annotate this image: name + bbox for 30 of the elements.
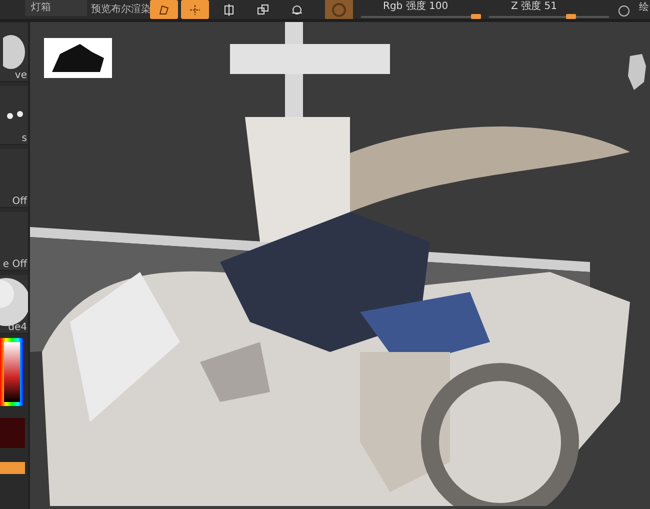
slider-track[interactable] bbox=[361, 14, 481, 20]
color-picker[interactable] bbox=[0, 338, 24, 406]
switch-bar[interactable] bbox=[0, 462, 25, 474]
brush-tile[interactable]: ve bbox=[0, 23, 28, 82]
rotate-icon bbox=[290, 2, 304, 16]
texture-tile[interactable]: e Off bbox=[0, 212, 28, 271]
move-icon bbox=[222, 2, 236, 16]
head-gizmo-icon[interactable] bbox=[626, 52, 648, 92]
slider-label: Z 强度 51 bbox=[510, 0, 558, 12]
tile-caption: e Off bbox=[2, 259, 27, 270]
stroke-tile[interactable]: s bbox=[0, 86, 28, 145]
draw-tool-button[interactable] bbox=[181, 0, 209, 19]
scale-icon bbox=[256, 2, 270, 16]
material-toggle-button[interactable] bbox=[325, 0, 353, 19]
tile-caption: Off bbox=[12, 196, 27, 207]
sphere-icon bbox=[332, 2, 346, 16]
slider-thumb[interactable] bbox=[566, 14, 576, 18]
brush-preview-icon bbox=[3, 34, 25, 70]
tile-caption: s bbox=[22, 133, 27, 144]
slider-thumb[interactable] bbox=[471, 14, 481, 18]
edit-icon bbox=[157, 2, 171, 16]
draw-icon bbox=[188, 2, 202, 16]
alpha-tile[interactable]: Off bbox=[0, 149, 28, 208]
cut-label: 绘 bbox=[639, 1, 650, 15]
lightbox-button[interactable]: 灯箱 bbox=[25, 0, 87, 16]
tile-caption: ve bbox=[14, 70, 27, 81]
main-color-swatch[interactable] bbox=[0, 418, 25, 448]
gear-icon[interactable] bbox=[617, 4, 631, 18]
slider-label: Rgb 强度 100 bbox=[382, 0, 450, 12]
edit-tool-button[interactable] bbox=[150, 0, 178, 19]
